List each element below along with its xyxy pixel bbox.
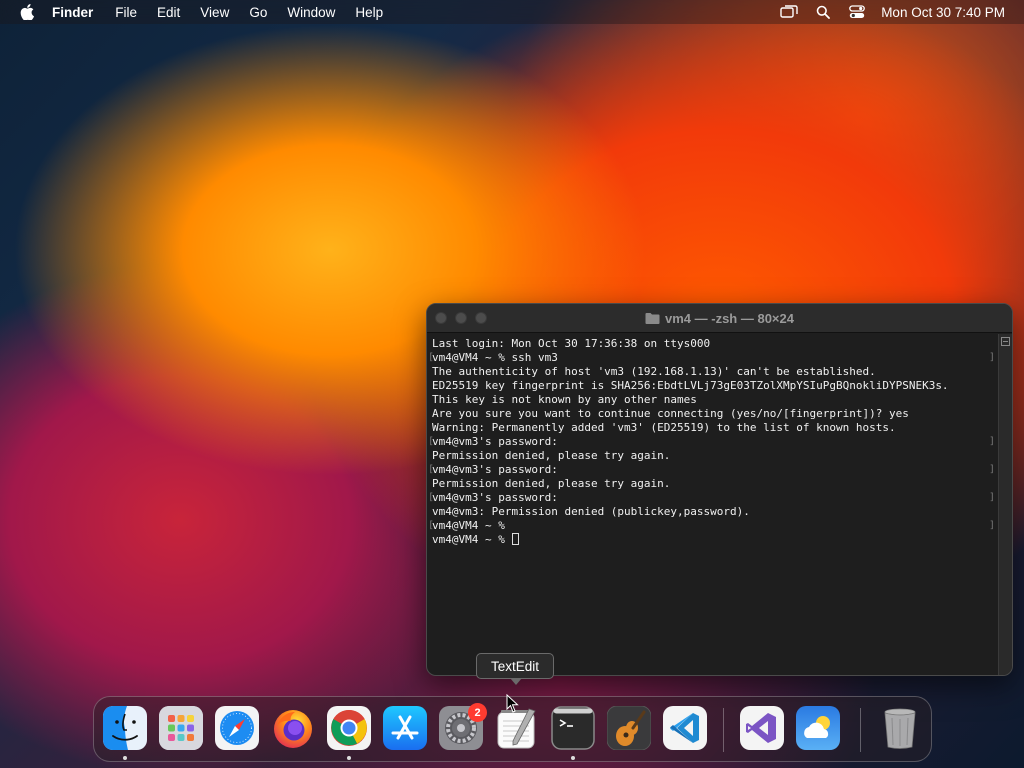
terminal-line: [vm4@vm3's password:]	[428, 463, 995, 476]
safari-icon	[215, 706, 259, 750]
terminal-scrollbar[interactable]	[998, 334, 1012, 675]
app-store-icon	[383, 706, 427, 750]
terminal-line: [vm4@VM4 ~ % ]	[428, 519, 995, 532]
terminal-line: Warning: Permanently added 'vm3' (ED2551…	[432, 421, 896, 434]
terminal-line: Last login: Mon Oct 30 17:36:38 on ttys0…	[432, 337, 711, 350]
notification-badge: 2	[468, 703, 487, 722]
trash-icon	[884, 708, 916, 749]
folder-icon	[645, 312, 660, 324]
running-indicator	[123, 756, 127, 760]
apple-logo-icon[interactable]	[16, 0, 38, 24]
close-button[interactable]	[435, 312, 447, 324]
mouse-pointer-icon	[506, 694, 519, 713]
menu-app-finder[interactable]: Finder	[52, 5, 93, 20]
chrome-icon	[327, 706, 371, 750]
finder-icon	[103, 706, 147, 750]
menu-file[interactable]: File	[115, 5, 137, 20]
dock-item-system-settings[interactable]: 2	[439, 703, 487, 750]
garageband-icon	[607, 706, 651, 750]
text-cursor	[512, 533, 520, 545]
dock-item-app-store[interactable]	[383, 706, 427, 750]
terminal-line: [vm4@VM4 ~ % ssh vm3]	[428, 351, 995, 364]
terminal-line: ED25519 key fingerprint is SHA256:EbdtLV…	[432, 379, 949, 392]
terminal-line: vm4@vm3: Permission denied (publickey,pa…	[432, 505, 750, 518]
terminal-line: [vm4@vm3's password:]	[428, 435, 995, 448]
menu-bar: Finder File Edit View Go Window Help Mon…	[0, 0, 1024, 24]
search-icon[interactable]	[813, 0, 833, 24]
menu-go[interactable]: Go	[249, 5, 267, 20]
launchpad-icon	[159, 706, 203, 750]
terminal-line: Are you sure you want to continue connec…	[432, 407, 909, 420]
dock-item-safari[interactable]	[215, 706, 259, 750]
dock-item-trash[interactable]	[878, 706, 922, 750]
terminal-line: Permission denied, please try again.	[432, 449, 671, 462]
terminal-title-text: vm4 — -zsh — 80×24	[665, 310, 794, 326]
dock-separator	[860, 708, 861, 752]
weather-icon	[796, 706, 840, 750]
terminal-line: The authenticity of host 'vm3 (192.168.1…	[432, 365, 876, 378]
dock-tooltip: TextEdit	[476, 653, 554, 685]
menu-window[interactable]: Window	[287, 5, 335, 20]
dock-item-firefox[interactable]	[271, 706, 315, 750]
terminal-output[interactable]: Last login: Mon Oct 30 17:36:38 on ttys0…	[427, 334, 998, 675]
dock-item-terminal[interactable]	[551, 706, 595, 760]
dock-item-chrome[interactable]	[327, 706, 371, 760]
menu-clock[interactable]: Mon Oct 30 7:40 PM	[881, 5, 1005, 20]
menu-view[interactable]: View	[200, 5, 229, 20]
terminal-title: vm4 — -zsh — 80×24	[645, 311, 794, 326]
dock-item-vscode[interactable]	[663, 706, 707, 750]
dock-separator	[723, 708, 724, 752]
terminal-prompt-line[interactable]: vm4@VM4 ~ %	[432, 533, 998, 547]
running-indicator	[347, 756, 351, 760]
minimize-button[interactable]	[455, 312, 467, 324]
dock-item-weather[interactable]	[796, 706, 840, 750]
running-indicator	[571, 756, 575, 760]
terminal-titlebar[interactable]: vm4 — -zsh — 80×24	[427, 304, 1012, 333]
terminal-window[interactable]: vm4 — -zsh — 80×24 Last login: Mon Oct 3…	[426, 303, 1013, 676]
dock-item-garageband[interactable]	[607, 706, 651, 750]
terminal-line: Permission denied, please try again.	[432, 477, 671, 490]
control-center-icon[interactable]	[847, 0, 867, 24]
firefox-icon	[274, 710, 312, 748]
menu-help[interactable]: Help	[355, 5, 383, 20]
dock-item-launchpad[interactable]	[159, 706, 203, 750]
dock-item-finder[interactable]	[103, 706, 147, 760]
scroll-button[interactable]	[1001, 337, 1010, 346]
menu-edit[interactable]: Edit	[157, 5, 180, 20]
terminal-icon	[551, 706, 595, 750]
terminal-line: [vm4@vm3's password:]	[428, 491, 995, 504]
terminal-line: This key is not known by any other names	[432, 393, 697, 406]
dock-item-visual-studio[interactable]	[740, 706, 784, 750]
screen-mirroring-icon[interactable]	[779, 0, 799, 24]
vscode-icon	[663, 706, 707, 750]
visual-studio-icon	[740, 706, 784, 750]
zoom-button[interactable]	[475, 312, 487, 324]
